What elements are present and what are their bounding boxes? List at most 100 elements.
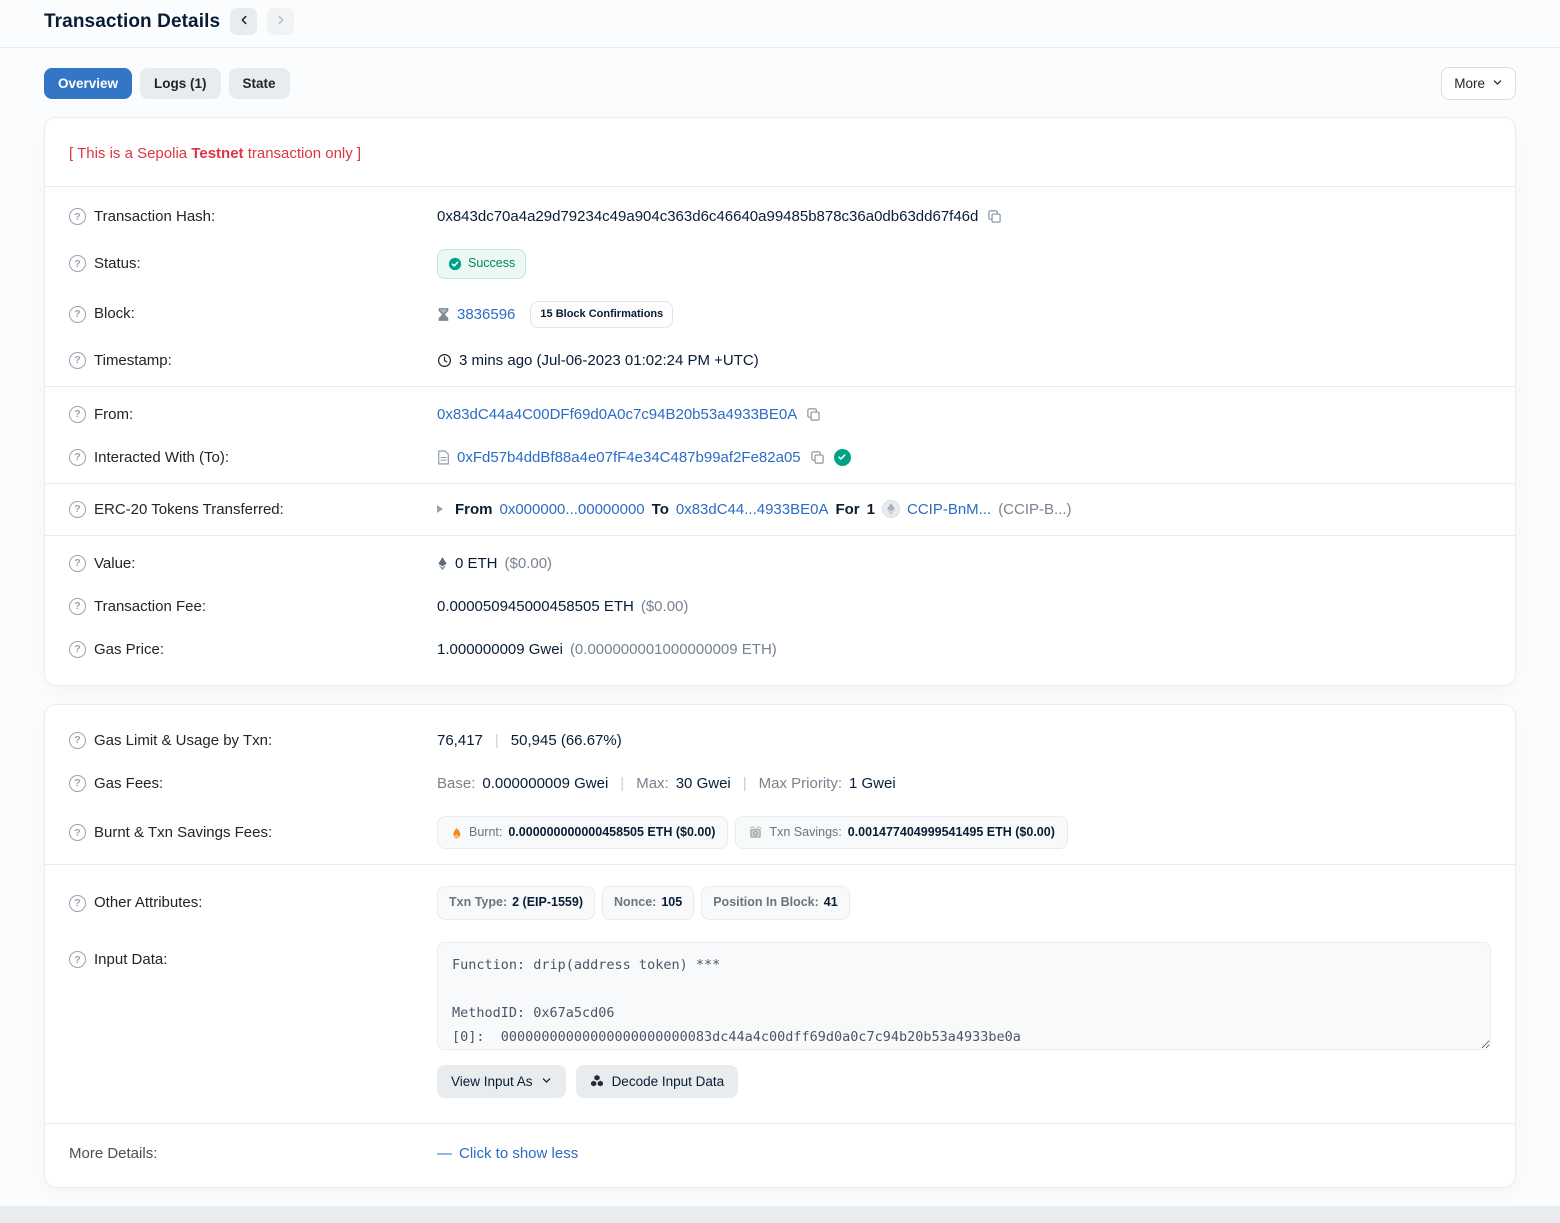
tab-logs[interactable]: Logs (1) — [140, 68, 221, 99]
transaction-hash-value: 0x843dc70a4a29d79234c49a904c363d6c46640a… — [437, 206, 978, 227]
caret-right-icon — [437, 505, 443, 513]
block-number-link[interactable]: 3836596 — [457, 304, 515, 325]
nonce-value: 105 — [661, 894, 682, 912]
transfer-for-label: For — [835, 499, 859, 520]
max-fee-label: Max: — [636, 773, 669, 794]
position-in-block-value: 41 — [824, 894, 838, 912]
copy-icon[interactable] — [985, 209, 1004, 224]
tab-overview[interactable]: Overview — [44, 68, 132, 99]
from-label: From: — [94, 405, 133, 425]
to-address-link[interactable]: 0xFd57b4ddBf88a4e07fF4e34C487b99af2Fe82a… — [457, 447, 801, 468]
cubes-icon — [590, 1074, 604, 1088]
chevron-right-icon — [275, 14, 287, 29]
testnet-notice-bold: Testnet — [191, 145, 243, 162]
copy-icon[interactable] — [808, 450, 827, 465]
value-eth: 0 ETH — [455, 553, 498, 574]
pipe-separator: | — [738, 773, 752, 794]
testnet-notice-pre: [ This is a Sepolia — [69, 145, 191, 162]
txn-savings-label: Txn Savings: — [769, 824, 841, 842]
flame-icon — [450, 826, 463, 840]
status-badge: Success — [437, 249, 526, 279]
block-label: Block: — [94, 304, 135, 324]
value-row: ? Value: 0 ETH ($0.00) — [69, 542, 1491, 585]
status-badge-text: Success — [468, 255, 515, 273]
txn-type-value: 2 (EIP-1559) — [512, 894, 583, 912]
chevron-down-icon — [541, 1074, 552, 1089]
transfer-from-address-link[interactable]: 0x000000...00000000 — [500, 499, 645, 520]
more-details-row: More Details: — Click to show less — [69, 1132, 1491, 1175]
help-icon[interactable]: ? — [69, 732, 86, 749]
input-data-actions: View Input As Decode Input Data — [437, 1065, 1491, 1098]
position-in-block-label: Position In Block: — [713, 894, 819, 912]
row-label: ? Timestamp: — [69, 351, 437, 371]
section-divider — [45, 386, 1515, 387]
page-header: Transaction Details — [44, 6, 1516, 47]
show-less-link[interactable]: — Click to show less — [437, 1143, 578, 1164]
block-row: ? Block: 3836596 15 Block Confirmations — [69, 290, 1491, 339]
help-icon[interactable]: ? — [69, 501, 86, 518]
gas-usage-value: 50,945 (66.67%) — [511, 730, 622, 751]
token-symbol-text: (CCIP-B...) — [998, 499, 1071, 520]
txn-savings-value: 0.001477404999541495 ETH ($0.00) — [848, 824, 1055, 842]
gas-price-gwei: 1.000000009 Gwei — [437, 639, 563, 660]
input-data-label: Input Data: — [94, 950, 167, 970]
section-divider — [45, 864, 1515, 865]
check-circle-icon — [448, 257, 462, 271]
transaction-hash-row: ? Transaction Hash: 0x843dc70a4a29d79234… — [69, 195, 1491, 238]
burnt-value: 0.000000000000458505 ETH ($0.00) — [508, 824, 715, 842]
status-row: ? Status: Success — [69, 238, 1491, 290]
gas-fees-row: ? Gas Fees: Base: 0.000000009 Gwei | Max… — [69, 762, 1491, 805]
help-icon[interactable]: ? — [69, 775, 86, 792]
row-label: ? Gas Price: — [69, 640, 437, 660]
help-icon[interactable]: ? — [69, 895, 86, 912]
overview-card: [ This is a Sepolia Testnet transaction … — [44, 117, 1516, 686]
show-less-label: Click to show less — [459, 1143, 578, 1164]
help-icon[interactable]: ? — [69, 555, 86, 572]
more-details-label: More Details: — [69, 1144, 157, 1164]
help-icon[interactable]: ? — [69, 208, 86, 225]
chevron-down-icon — [1492, 76, 1503, 91]
copy-icon[interactable] — [804, 407, 823, 422]
value-usd: ($0.00) — [505, 553, 553, 574]
gas-price-row: ? Gas Price: 1.000000009 Gwei (0.0000000… — [69, 628, 1491, 671]
base-fee-label: Base: — [437, 773, 475, 794]
help-icon[interactable]: ? — [69, 406, 86, 423]
help-icon[interactable]: ? — [69, 824, 86, 841]
transfer-to-address-link[interactable]: 0x83dC44...4933BE0A — [676, 499, 829, 520]
tab-bar: Overview Logs (1) State More — [44, 67, 1516, 100]
previous-transaction-button[interactable] — [230, 8, 257, 35]
help-icon[interactable]: ? — [69, 951, 86, 968]
base-fee-value: 0.000000009 Gwei — [482, 773, 608, 794]
token-name-link[interactable]: CCIP-BnM... — [907, 499, 991, 520]
decode-input-data-button[interactable]: Decode Input Data — [576, 1065, 739, 1098]
gas-limit-label: Gas Limit & Usage by Txn: — [94, 731, 272, 751]
view-input-as-button[interactable]: View Input As — [437, 1065, 566, 1098]
help-icon[interactable]: ? — [69, 306, 86, 323]
help-icon[interactable]: ? — [69, 598, 86, 615]
transaction-fee-usd: ($0.00) — [641, 596, 689, 617]
clock-icon — [437, 353, 452, 368]
help-icon[interactable]: ? — [69, 641, 86, 658]
interacted-with-label: Interacted With (To): — [94, 448, 229, 468]
burnt-savings-label: Burnt & Txn Savings Fees: — [94, 823, 272, 843]
decode-input-data-label: Decode Input Data — [612, 1074, 725, 1089]
burnt-label: Burnt: — [469, 824, 502, 842]
next-transaction-button[interactable] — [267, 8, 294, 35]
input-data-textarea[interactable]: Function: drip(address token) *** Method… — [437, 942, 1491, 1050]
other-attributes-label: Other Attributes: — [94, 893, 202, 913]
help-icon[interactable]: ? — [69, 255, 86, 272]
help-icon[interactable]: ? — [69, 449, 86, 466]
timestamp-value: 3 mins ago (Jul-06-2023 01:02:24 PM +UTC… — [459, 350, 759, 371]
timestamp-row: ? Timestamp: 3 mins ago (Jul-06-2023 01:… — [69, 339, 1491, 382]
from-address-link[interactable]: 0x83dC44a4C00DFf69d0A0c7c94B20b53a4933BE… — [437, 404, 797, 425]
page-title: Transaction Details — [44, 11, 220, 33]
tab-state[interactable]: State — [229, 68, 290, 99]
burnt-fee-badge: Burnt: 0.000000000000458505 ETH ($0.00) — [437, 816, 728, 850]
gas-fees-label: Gas Fees: — [94, 774, 163, 794]
row-label: ? Gas Limit & Usage by Txn: — [69, 731, 437, 751]
details-card: ? Gas Limit & Usage by Txn: 76,417 | 50,… — [44, 704, 1516, 1188]
section-divider — [45, 483, 1515, 484]
pipe-separator: | — [490, 730, 504, 751]
more-dropdown-button[interactable]: More — [1441, 67, 1516, 100]
help-icon[interactable]: ? — [69, 352, 86, 369]
